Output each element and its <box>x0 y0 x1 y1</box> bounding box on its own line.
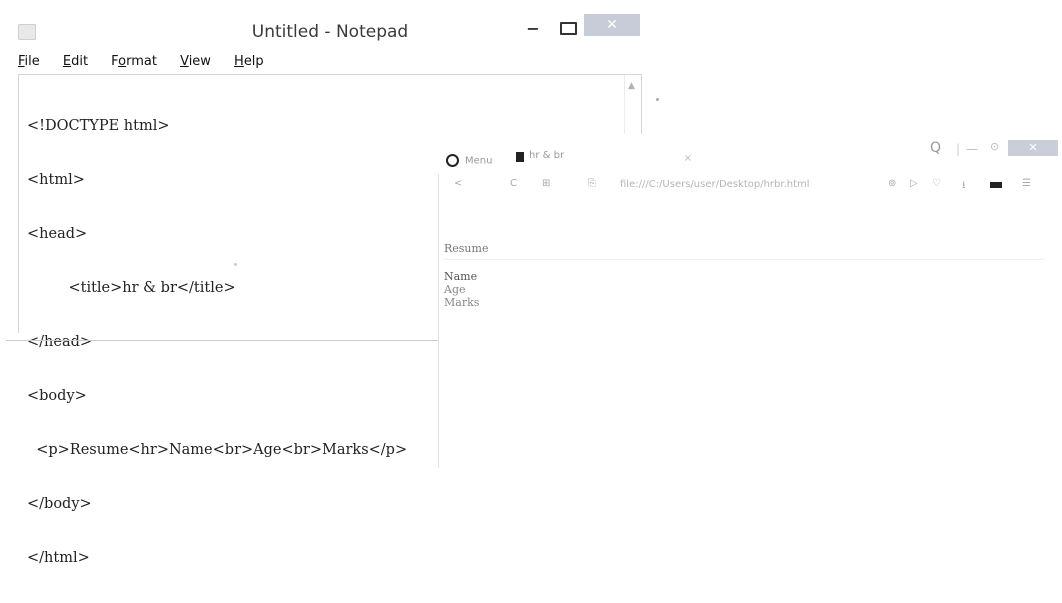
editor-content: <!DOCTYPE html> <html> <head> <title>hr … <box>27 81 407 603</box>
opera-logo-icon <box>446 154 459 167</box>
tab-close-button[interactable]: × <box>684 153 692 164</box>
code-line: </html> <box>27 550 90 566</box>
address-input[interactable]: file:///C:/Users/user/Desktop/hrbr.html <box>620 179 810 190</box>
address-bar-row: < C ⊞ ⎘ file:///C:/Users/user/Desktop/hr… <box>438 174 1062 200</box>
browser-minimize-button[interactable]: — <box>966 142 978 156</box>
field-age: Age <box>444 283 466 296</box>
tab-strip: Menu hr & br × Q | — ⊙ ✕ <box>438 134 1062 174</box>
code-line: <body> <box>27 388 87 404</box>
menu-help[interactable]: Help <box>234 54 264 69</box>
browser-restore-icon[interactable]: ⊙ <box>990 140 999 153</box>
notepad-titlebar[interactable]: Untitled - Notepad − ✕ <box>0 0 648 46</box>
window-title: Untitled - Notepad <box>251 22 409 42</box>
bookmark-heart-icon[interactable]: ♡ <box>932 178 941 189</box>
code-line: </head> <box>27 334 93 350</box>
tab-active[interactable]: hr & br × <box>516 148 702 174</box>
settings-icon[interactable]: ☰ <box>1022 178 1031 189</box>
download-icon[interactable]: ⭳ <box>962 178 966 195</box>
close-button[interactable]: ✕ <box>584 14 640 36</box>
search-icon[interactable]: Q <box>930 140 941 156</box>
code-line: <html> <box>27 172 85 188</box>
menu-file[interactable]: File <box>18 54 40 69</box>
resume-heading: Resume <box>444 242 489 255</box>
separator: | <box>956 142 961 156</box>
code-line: <p>Resume<hr>Name<br>Age<br>Marks</p> <box>27 442 408 458</box>
code-line: <title>hr & br</title> <box>27 280 236 296</box>
field-name: Name <box>444 270 478 283</box>
battery-icon[interactable] <box>990 182 1002 188</box>
field-marks: Marks <box>444 296 480 309</box>
browser-menu-button[interactable]: Menu <box>446 154 492 167</box>
artifact-dot <box>234 263 237 266</box>
code-line: </body> <box>27 496 92 512</box>
artifact-dot <box>656 98 659 101</box>
menu-bar: File Edit Format View Help <box>0 50 264 70</box>
page-info-icon: ⎘ <box>588 178 596 189</box>
horizontal-rule <box>444 259 1044 260</box>
menu-edit[interactable]: Edit <box>63 54 88 69</box>
browser-close-button[interactable]: ✕ <box>1008 140 1058 156</box>
maximize-button[interactable] <box>560 22 577 35</box>
back-button[interactable]: < <box>454 178 462 189</box>
browser-window: Menu hr & br × Q | — ⊙ ✕ < C ⊞ ⎘ file://… <box>438 134 1062 468</box>
notepad-icon <box>18 24 36 40</box>
reload-button[interactable]: C <box>510 178 517 189</box>
grid-icon[interactable]: ⊞ <box>542 178 550 189</box>
code-line: <!DOCTYPE html> <box>27 118 170 134</box>
menu-format[interactable]: Format <box>111 54 157 69</box>
scroll-up-icon[interactable]: ▲ <box>628 81 635 91</box>
divider <box>6 340 442 341</box>
code-line: <head> <box>27 226 88 242</box>
minimize-button[interactable]: − <box>524 21 542 37</box>
document-icon <box>516 152 524 162</box>
share-icon[interactable]: ▷ <box>910 178 918 189</box>
snapshot-icon[interactable]: ⊚ <box>888 178 896 189</box>
tab-title: hr & br <box>529 150 565 161</box>
menu-view[interactable]: View <box>180 54 211 69</box>
